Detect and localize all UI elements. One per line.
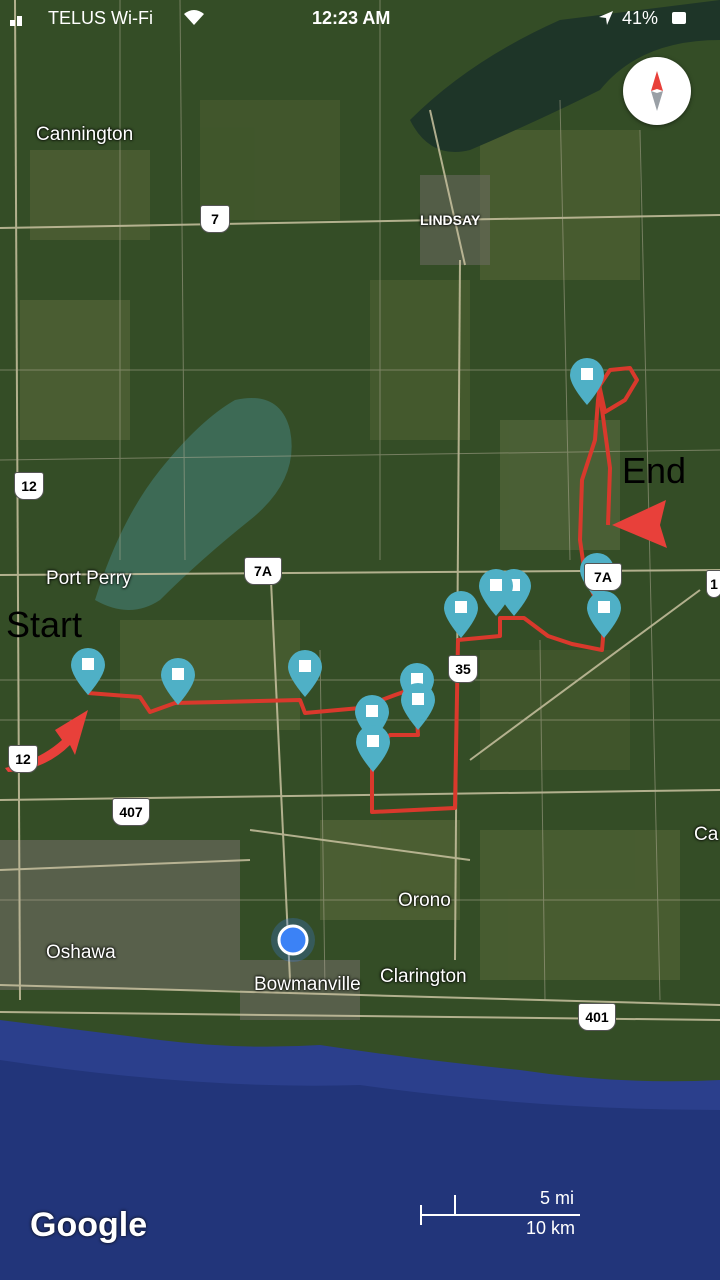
place-lindsay[interactable]: LINDSAY <box>420 212 480 228</box>
place-oshawa[interactable]: Oshawa <box>46 942 116 964</box>
place-ca[interactable]: Ca <box>694 824 718 846</box>
status-bar: TELUS Wi-Fi 12:23 AM 41% <box>0 0 720 36</box>
carrier-label: TELUS Wi-Fi <box>48 8 153 28</box>
wifi-icon <box>184 10 204 25</box>
route-shield-7a-east: 7A <box>584 563 622 591</box>
place-port-perry[interactable]: Port Perry <box>46 568 132 590</box>
route-shield-407: 407 <box>112 798 150 826</box>
route-shield-edge: 1 <box>706 570 720 598</box>
current-location-dot <box>277 924 309 956</box>
signal-icon <box>10 16 22 26</box>
route-shield-7: 7 <box>200 205 230 233</box>
place-bowmanville[interactable]: Bowmanville <box>254 974 361 996</box>
compass-icon <box>651 71 663 111</box>
clock: 12:23 AM <box>312 8 391 28</box>
place-clarington[interactable]: Clarington <box>380 966 467 988</box>
scale-km: 10 km <box>526 1218 576 1238</box>
location-arrow-icon <box>599 11 613 25</box>
end-annotation: End <box>622 450 687 491</box>
route-shield-7a: 7A <box>244 557 282 585</box>
place-orono[interactable]: Orono <box>398 890 451 912</box>
compass-button[interactable] <box>623 57 691 125</box>
battery-label: 41% <box>622 8 659 28</box>
battery-icon <box>672 12 686 24</box>
route-shield-12: 12 <box>14 472 44 500</box>
route-shield-401: 401 <box>578 1003 616 1031</box>
start-annotation: Start <box>6 604 83 645</box>
map-canvas[interactable] <box>0 0 720 1280</box>
google-logo: Google <box>30 1206 148 1244</box>
route-shield-12-lower: 12 <box>8 745 38 773</box>
place-cannington[interactable]: Cannington <box>36 124 133 146</box>
route-shield-35: 35 <box>448 655 478 683</box>
scale-mi: 5 mi <box>540 1188 575 1208</box>
